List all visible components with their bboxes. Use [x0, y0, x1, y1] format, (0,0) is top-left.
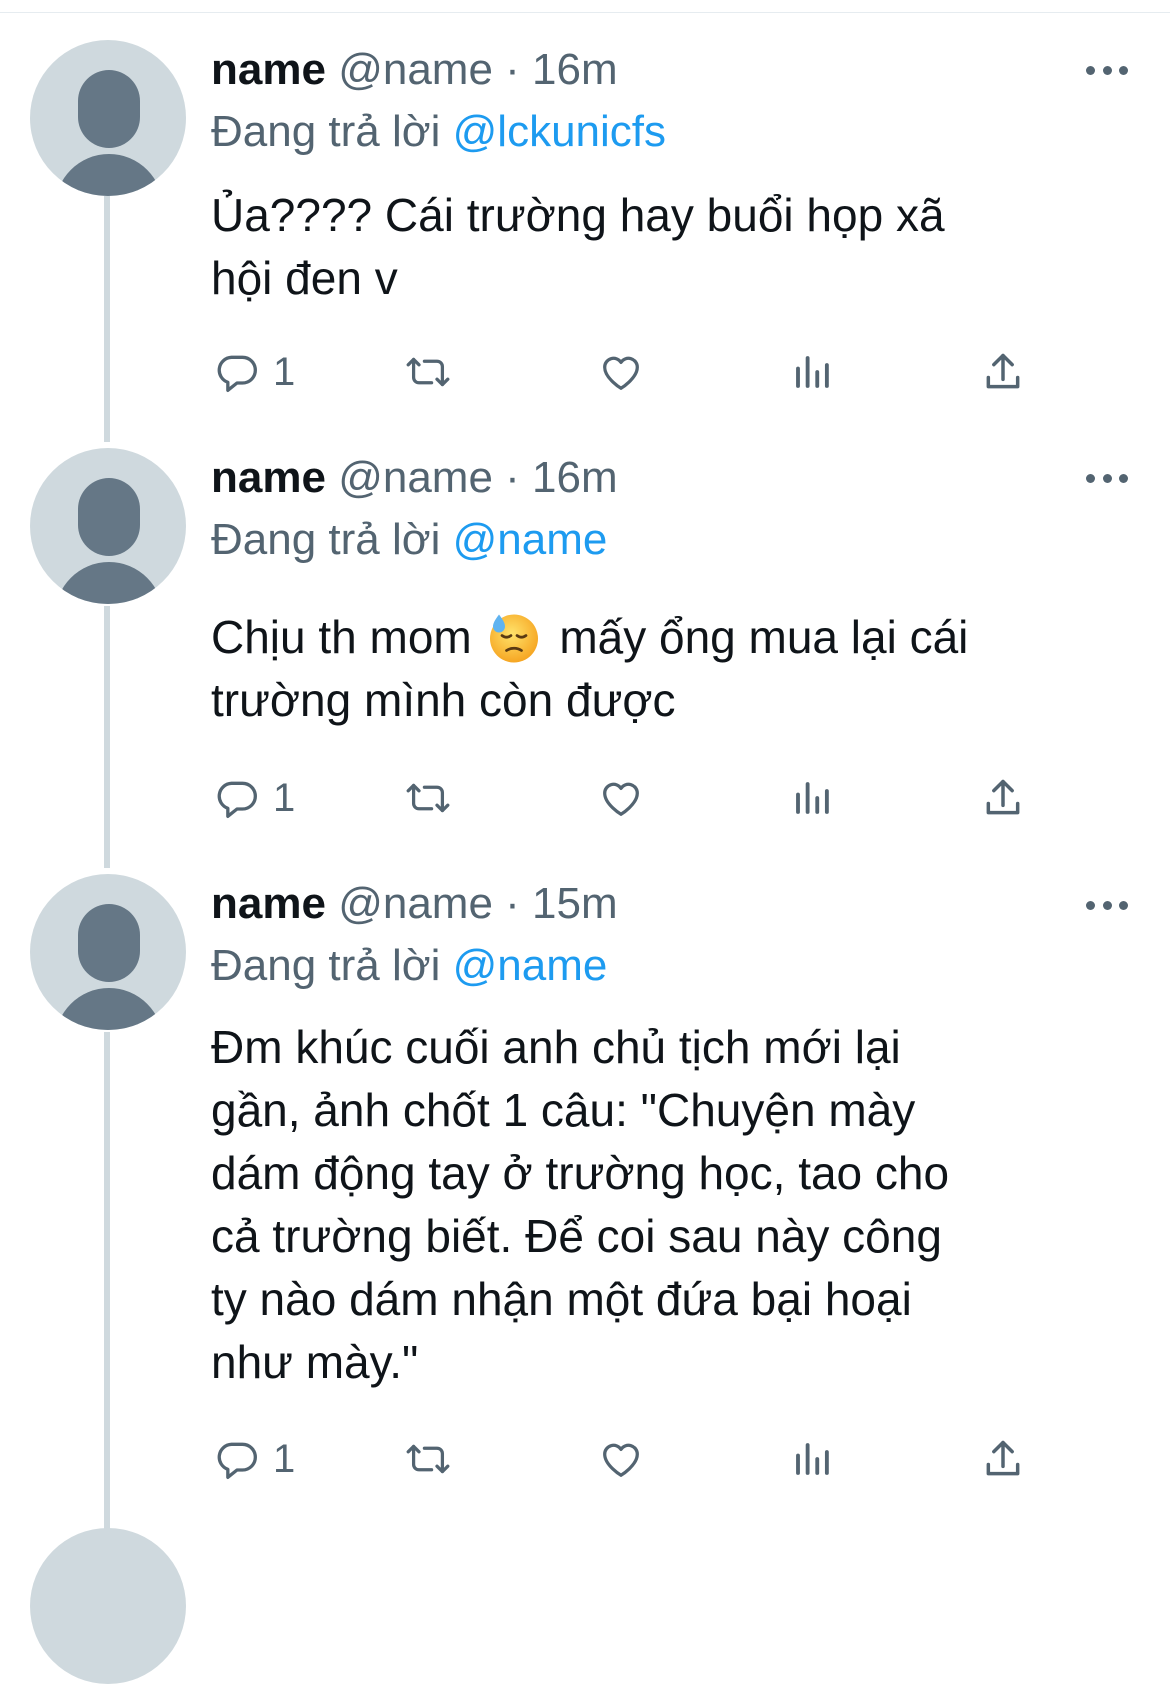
tweet-actions: 1 [211, 773, 1051, 823]
timestamp[interactable]: · 16m [505, 45, 617, 94]
replying-prefix: Đang trả lời [211, 107, 441, 156]
share-button[interactable] [981, 347, 1025, 397]
retweet-icon [406, 1444, 450, 1474]
reply-count: 1 [273, 349, 296, 394]
avatar[interactable] [30, 40, 186, 196]
more-options-icon[interactable] [1086, 898, 1128, 912]
reply-icon [217, 1442, 257, 1479]
replying-mention-link[interactable]: @lckunicfs [453, 107, 666, 156]
analytics-icon [796, 356, 829, 388]
avatar-placeholder-head [78, 904, 140, 982]
tweet[interactable]: name @name · 16m Đang trả lời @name Chịu… [0, 430, 1170, 860]
retweet-button[interactable] [401, 1434, 455, 1484]
heart-icon [603, 1443, 639, 1477]
timestamp[interactable]: · 16m [505, 453, 617, 502]
user-handle[interactable]: @name [338, 45, 493, 94]
tweet-text-line: Đm khúc cuối anh chủ tịch mới lại [211, 1021, 901, 1073]
retweet-icon [406, 357, 450, 387]
reply-icon [217, 355, 257, 392]
tweet-text-line: hội đen v [211, 252, 398, 304]
share-button[interactable] [981, 773, 1025, 823]
analytics-button[interactable] [791, 773, 833, 823]
retweet-button[interactable] [401, 773, 455, 823]
avatar-placeholder-body [55, 154, 163, 196]
heart-icon [603, 356, 639, 390]
retweet-button[interactable] [401, 347, 455, 397]
retweet-icon [406, 783, 450, 813]
timestamp[interactable]: · 15m [505, 879, 617, 928]
reply-button[interactable]: 1 [215, 347, 295, 397]
tweet-text: Chịu th mom mấy ổng mua lại cái trường m… [211, 606, 1131, 732]
share-icon [986, 1440, 1020, 1476]
avatar-placeholder-head [78, 478, 140, 556]
tweet-text-line: cả trường biết. Để coi sau này công [211, 1210, 942, 1262]
replying-prefix: Đang trả lời [211, 515, 441, 564]
tweet-actions: 1 [211, 347, 1051, 397]
heart-icon [603, 782, 639, 816]
avatar-placeholder-body [55, 562, 163, 604]
replying-to: Đang trả lời @name [211, 938, 607, 994]
tweet-text-line: dám động tay ở trường học, tao cho [211, 1147, 950, 1199]
downcast-face-with-sweat-emoji [489, 614, 538, 663]
more-options-icon[interactable] [1086, 471, 1128, 485]
tweet-text-line: như mày." [211, 1336, 419, 1388]
reply-count: 1 [273, 1436, 296, 1481]
analytics-button[interactable] [791, 347, 833, 397]
tweet-text-line: gần, ảnh chốt 1 câu: "Chuyện mày [211, 1084, 916, 1136]
user-handle[interactable]: @name [338, 879, 493, 928]
tweet-text: Ủa???? Cái trường hay buổi họp xã hội đe… [211, 184, 1131, 310]
tweet[interactable]: name @name · 15m Đang trả lời @name Đm k… [0, 860, 1170, 1539]
replying-mention-link[interactable]: @name [453, 941, 608, 990]
analytics-icon [796, 1443, 829, 1475]
share-button[interactable] [981, 1434, 1025, 1484]
avatar[interactable] [30, 1528, 186, 1684]
display-name[interactable]: name [211, 453, 326, 502]
reply-button[interactable]: 1 [215, 1434, 295, 1484]
display-name[interactable]: name [211, 45, 326, 94]
avatar[interactable] [30, 448, 186, 604]
tweet-text: Đm khúc cuối anh chủ tịch mới lại gần, ả… [211, 1016, 1131, 1394]
tweet-header: name @name · 16m [211, 42, 618, 98]
like-button[interactable] [597, 773, 645, 823]
replying-to: Đang trả lời @name [211, 512, 607, 568]
tweet-header: name @name · 16m [211, 450, 618, 506]
tweet-actions: 1 [211, 1434, 1051, 1484]
share-icon [986, 353, 1020, 389]
tweet-text-line: ty nào dám nhận một đứa bại hoại [211, 1273, 912, 1325]
share-icon [986, 779, 1020, 815]
avatar-placeholder-head [78, 70, 140, 148]
display-name[interactable]: name [211, 879, 326, 928]
tweet-text-line: Ủa???? Cái trường hay buổi họp xã [211, 189, 945, 241]
replying-to: Đang trả lời @lckunicfs [211, 104, 666, 160]
avatar[interactable] [30, 874, 186, 1030]
analytics-icon [796, 782, 829, 814]
reply-icon [217, 781, 257, 818]
replying-mention-link[interactable]: @name [453, 515, 608, 564]
tweet-header: name @name · 15m [211, 876, 618, 932]
replying-prefix: Đang trả lời [211, 941, 441, 990]
tweet[interactable]: name @name · 16m Đang trả lời @lckunicfs… [0, 0, 1170, 430]
tweet-text-line: trường mình còn được [211, 674, 676, 726]
tweet-text-segment: Chịu th mom [211, 611, 472, 663]
avatar-placeholder-body [55, 988, 163, 1030]
reply-count: 1 [273, 775, 296, 820]
analytics-button[interactable] [791, 1434, 833, 1484]
tweet-text-segment: mấy ổng mua lại cái [559, 611, 969, 663]
like-button[interactable] [597, 1434, 645, 1484]
more-options-icon[interactable] [1086, 63, 1128, 77]
tweet-text-line: Chịu th mom mấy ổng mua lại cái [211, 606, 1131, 669]
like-button[interactable] [597, 347, 645, 397]
user-handle[interactable]: @name [338, 453, 493, 502]
reply-button[interactable]: 1 [215, 773, 295, 823]
